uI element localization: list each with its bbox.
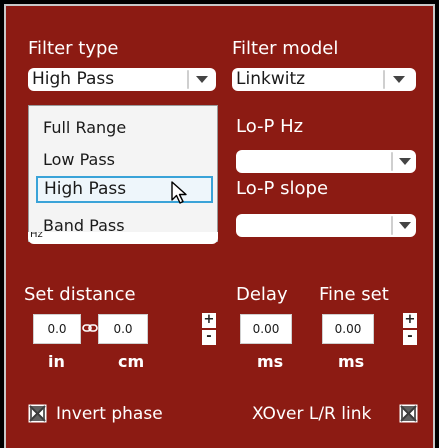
combo-divider <box>187 70 189 89</box>
xover-link-checkbox[interactable] <box>399 404 418 423</box>
fine-set-input[interactable]: 0.00 <box>322 314 374 344</box>
delay-unit: ms <box>257 352 284 371</box>
invert-phase-label: Invert phase <box>56 404 163 424</box>
lop-slope-select[interactable] <box>236 214 416 237</box>
invert-phase-checkbox[interactable] <box>28 404 47 423</box>
lop-hz-label: Lo-P Hz <box>236 116 304 137</box>
chevron-down-icon[interactable] <box>393 76 405 83</box>
filter-type-select[interactable]: High Pass <box>28 68 216 91</box>
delay-input[interactable]: 0.00 <box>240 314 292 344</box>
cm-unit: cm <box>118 352 145 371</box>
delay-label: Delay <box>236 284 288 305</box>
filter-type-dropdown: Full Range Low Pass High Pass Band Pass <box>28 105 218 242</box>
filter-type-label: Filter type <box>28 38 119 59</box>
mouse-pointer-icon <box>171 181 187 204</box>
fine-set-label: Fine set <box>319 284 389 305</box>
filter-model-select[interactable]: Linkwitz <box>232 68 416 91</box>
chevron-down-icon[interactable] <box>399 158 411 165</box>
combo-divider <box>391 216 393 235</box>
dropdown-option-low-pass[interactable]: Low Pass <box>43 150 115 169</box>
lop-hz-select[interactable] <box>236 150 416 173</box>
xover-link-label: XOver L/R link <box>252 404 372 424</box>
fine-set-unit: ms <box>338 352 365 371</box>
filter-type-value: High Pass <box>32 69 115 89</box>
distance-inches-input[interactable]: 0.0 <box>33 314 81 344</box>
delay-decrement-button[interactable]: - <box>403 330 417 345</box>
delay-increment-button[interactable]: + <box>403 313 417 328</box>
chevron-down-icon[interactable] <box>399 222 411 229</box>
distance-decrement-button[interactable]: - <box>202 330 216 345</box>
hidden-combo-stub: Hz <box>28 232 218 244</box>
link-icon[interactable] <box>82 322 98 334</box>
distance-increment-button[interactable]: + <box>202 313 216 328</box>
set-distance-label: Set distance <box>24 284 136 305</box>
distance-cm-input[interactable]: 0.0 <box>98 314 148 344</box>
chevron-down-icon[interactable] <box>196 76 208 83</box>
filter-model-label: Filter model <box>232 38 339 59</box>
filter-model-value: Linkwitz <box>236 69 306 89</box>
lop-slope-label: Lo-P slope <box>236 178 329 199</box>
dropdown-option-full-range[interactable]: Full Range <box>43 118 126 137</box>
combo-divider <box>383 70 385 89</box>
combo-divider <box>391 152 393 171</box>
inches-unit: in <box>48 352 65 371</box>
